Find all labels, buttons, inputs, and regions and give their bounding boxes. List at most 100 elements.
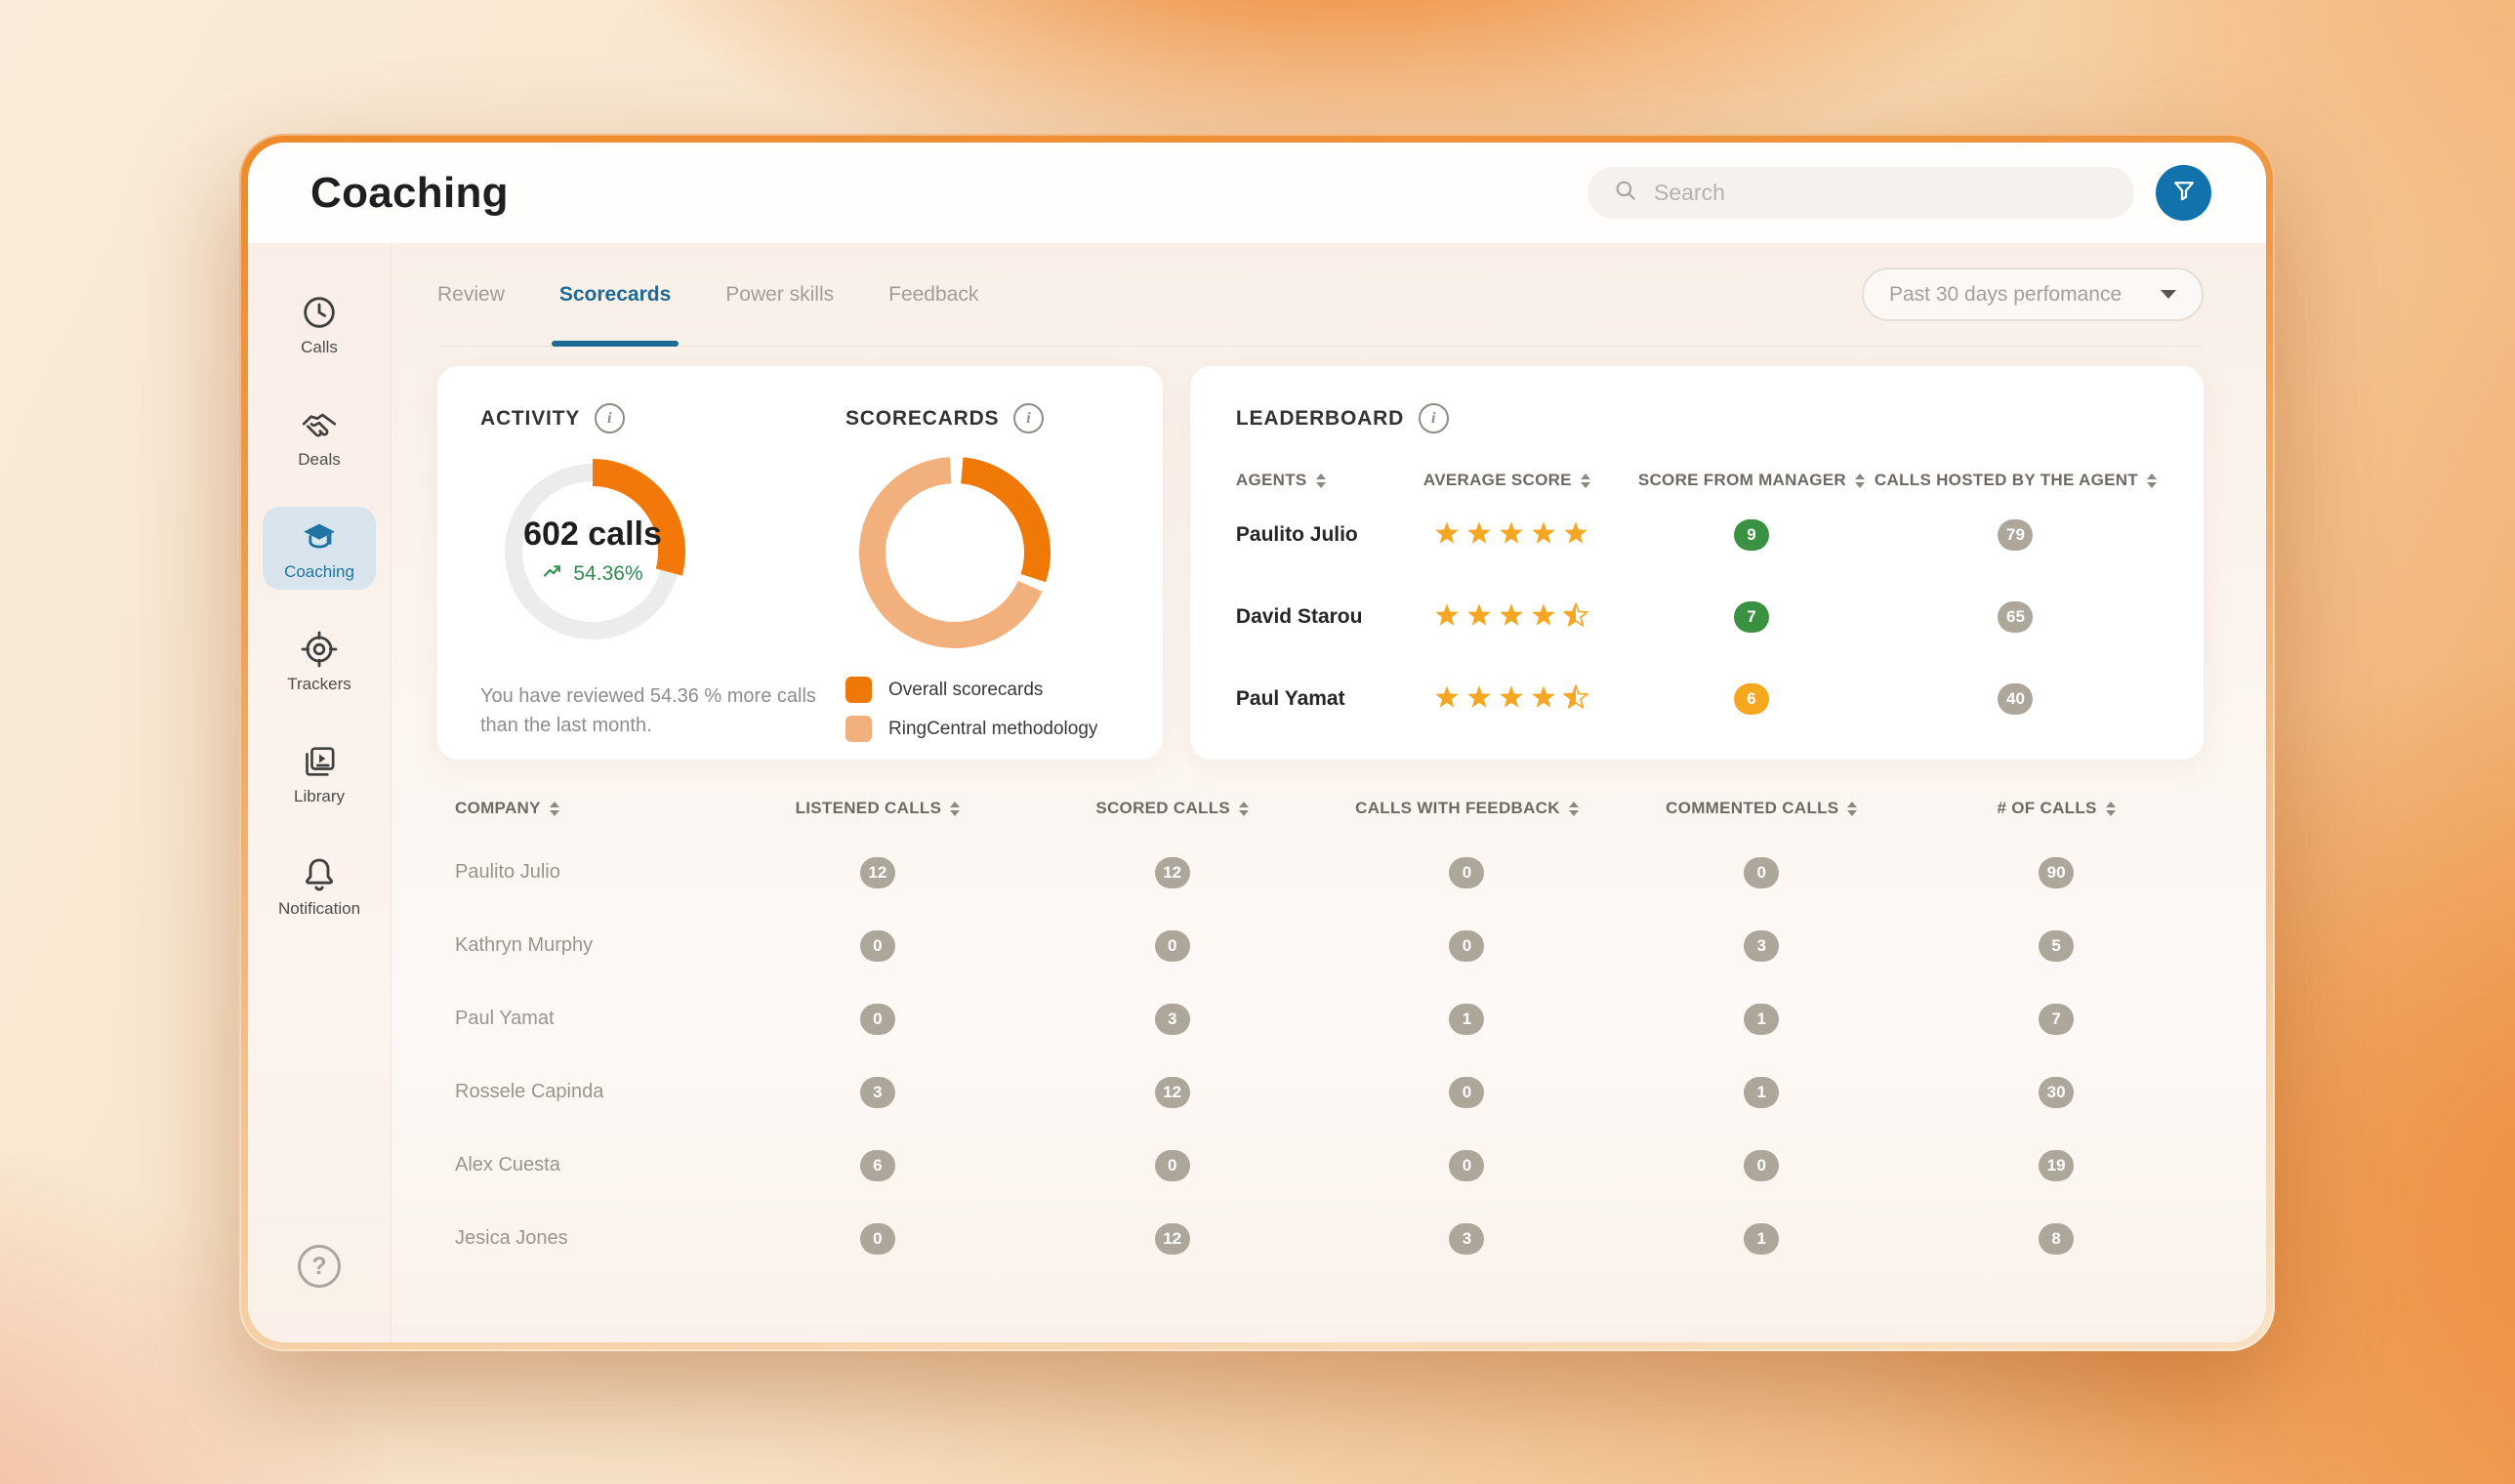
star-icon xyxy=(1562,519,1589,552)
star-icon xyxy=(1498,601,1525,634)
app-header: Coaching Search xyxy=(248,143,2266,243)
manager-score-badge: 9 xyxy=(1734,519,1769,551)
legend-item: RingCentral methodology xyxy=(845,716,1124,742)
sort-icon[interactable] xyxy=(1569,802,1579,816)
star-rating xyxy=(1423,601,1629,634)
table-row[interactable]: Alex Cuesta 6 0 0 0 19 xyxy=(437,1129,2204,1202)
company-name: Rossele Capinda xyxy=(437,1081,603,1103)
scorecards-legend: Overall scorecards RingCentral methodolo… xyxy=(845,677,1124,742)
leaderboard-title: LEADERBOARD xyxy=(1236,407,1404,431)
calls-hosted-badge: 79 xyxy=(1998,519,2033,551)
sidebar: Calls Deals Coaching xyxy=(248,243,392,1342)
scorecards-title: SCORECARDS xyxy=(845,407,999,431)
window-body: Calls Deals Coaching xyxy=(248,243,2266,1342)
company-name: Jesica Jones xyxy=(437,1227,568,1250)
sidebar-item-trackers[interactable]: Trackers xyxy=(263,619,376,702)
help-button[interactable]: ? xyxy=(298,1245,341,1288)
listened-calls-badge: 6 xyxy=(860,1150,895,1181)
column-header-commented-calls: COMMENTED CALLS xyxy=(1666,799,1857,818)
filter-icon xyxy=(2169,177,2199,209)
app-window-frame: Coaching Search xyxy=(239,134,2275,1351)
column-header-num-calls: # OF CALLS xyxy=(1998,799,2116,818)
star-icon xyxy=(1433,519,1461,552)
listened-calls-badge: 0 xyxy=(860,930,895,962)
calls-count: 602 calls xyxy=(523,515,662,554)
tab-feedback[interactable]: Feedback xyxy=(888,243,978,346)
scored-calls-badge: 0 xyxy=(1155,930,1190,962)
star-icon xyxy=(1465,683,1493,716)
tab-review[interactable]: Review xyxy=(437,243,505,346)
company-name: Paulito Julio xyxy=(437,861,560,884)
calls-hosted-badge: 40 xyxy=(1998,683,2033,715)
tab-bar: Review Scorecards Power skills Feedback xyxy=(437,243,978,346)
commented-calls-badge: 0 xyxy=(1744,1150,1779,1181)
manager-score-badge: 6 xyxy=(1734,683,1769,715)
sidebar-item-label: Calls xyxy=(301,338,338,357)
sort-icon[interactable] xyxy=(2147,474,2157,488)
listened-calls-badge: 3 xyxy=(860,1077,895,1108)
star-rating xyxy=(1423,519,1629,552)
sidebar-item-notification[interactable]: Notification xyxy=(263,844,376,927)
tab-scorecards[interactable]: Scorecards xyxy=(559,243,671,346)
sort-icon[interactable] xyxy=(2106,802,2116,816)
trend-up-icon xyxy=(542,560,565,588)
sort-icon[interactable] xyxy=(1581,474,1590,488)
sort-icon[interactable] xyxy=(1855,474,1865,488)
filter-button[interactable] xyxy=(2156,165,2211,221)
info-icon[interactable] xyxy=(595,403,625,433)
sort-icon[interactable] xyxy=(1239,802,1249,816)
calls-with-feedback-badge: 0 xyxy=(1449,1077,1484,1108)
star-icon xyxy=(1530,601,1557,634)
num-calls-badge: 30 xyxy=(2039,1077,2074,1108)
tabs-row: Review Scorecards Power skills Feedback … xyxy=(437,243,2204,347)
table-row[interactable]: Kathryn Murphy 0 0 0 3 5 xyxy=(437,909,2204,982)
star-icon xyxy=(1562,683,1589,716)
sort-icon[interactable] xyxy=(1847,802,1857,816)
leaderboard-row[interactable]: David Starou 7 65 xyxy=(1236,580,2157,654)
column-header-listened-calls: LISTENED CALLS xyxy=(796,799,961,818)
commented-calls-badge: 0 xyxy=(1744,857,1779,888)
scored-calls-badge: 3 xyxy=(1155,1004,1190,1035)
sidebar-item-library[interactable]: Library xyxy=(263,731,376,814)
period-dropdown-value: Past 30 days perfomance xyxy=(1889,283,2122,307)
leaderboard-row[interactable]: Paulito Julio 9 79 xyxy=(1236,498,2157,572)
trend-indicator: 54.36% xyxy=(542,560,642,588)
table-row[interactable]: Rossele Capinda 3 12 0 1 30 xyxy=(437,1055,2204,1129)
star-icon xyxy=(1530,683,1557,716)
table-header: COMPANY LISTENED CALLS SCORED CALLS CALL… xyxy=(437,799,2204,818)
sidebar-item-calls[interactable]: Calls xyxy=(263,282,376,365)
sort-icon[interactable] xyxy=(950,802,960,816)
scored-calls-badge: 12 xyxy=(1155,1223,1190,1255)
period-dropdown[interactable]: Past 30 days perfomance xyxy=(1862,268,2204,321)
company-table: COMPANY LISTENED CALLS SCORED CALLS CALL… xyxy=(437,799,2204,1275)
table-row[interactable]: Paul Yamat 0 3 1 1 7 xyxy=(437,982,2204,1055)
leaderboard-card: LEADERBOARD AGENTS AVERAGE SCORE SCORE F… xyxy=(1190,366,2204,760)
activity-description: You have reviewed 54.36 % more calls tha… xyxy=(480,681,845,740)
num-calls-badge: 7 xyxy=(2039,1004,2074,1035)
star-icon xyxy=(1465,601,1493,634)
activity-section: ACTIVITY 602 calls xyxy=(480,403,845,760)
table-row[interactable]: Jesica Jones 0 12 3 1 8 xyxy=(437,1202,2204,1275)
info-icon[interactable] xyxy=(1013,403,1044,433)
legend-label: Overall scorecards xyxy=(888,680,1043,701)
legend-swatch xyxy=(845,716,872,742)
column-header-agents: AGENTS xyxy=(1236,471,1423,490)
star-icon xyxy=(1530,519,1557,552)
calls-with-feedback-badge: 0 xyxy=(1449,930,1484,962)
chevron-down-icon xyxy=(2161,290,2176,299)
table-row[interactable]: Paulito Julio 12 12 0 0 90 xyxy=(437,836,2204,909)
sidebar-item-deals[interactable]: Deals xyxy=(263,394,376,477)
search-input[interactable]: Search xyxy=(1587,167,2134,219)
num-calls-badge: 90 xyxy=(2039,857,2074,888)
star-icon xyxy=(1562,601,1589,634)
calls-with-feedback-badge: 0 xyxy=(1449,1150,1484,1181)
star-rating xyxy=(1423,683,1629,716)
sidebar-item-coaching[interactable]: Coaching xyxy=(263,507,376,590)
scorecards-section: SCORECARDS Overall scorecards xyxy=(845,403,1124,760)
column-header-calls-hosted: CALLS HOSTED BY THE AGENT xyxy=(1875,471,2157,490)
sort-icon[interactable] xyxy=(1316,474,1326,488)
leaderboard-row[interactable]: Paul Yamat 6 40 xyxy=(1236,662,2157,736)
info-icon[interactable] xyxy=(1419,403,1449,433)
tab-power-skills[interactable]: Power skills xyxy=(725,243,834,346)
sort-icon[interactable] xyxy=(550,802,559,816)
